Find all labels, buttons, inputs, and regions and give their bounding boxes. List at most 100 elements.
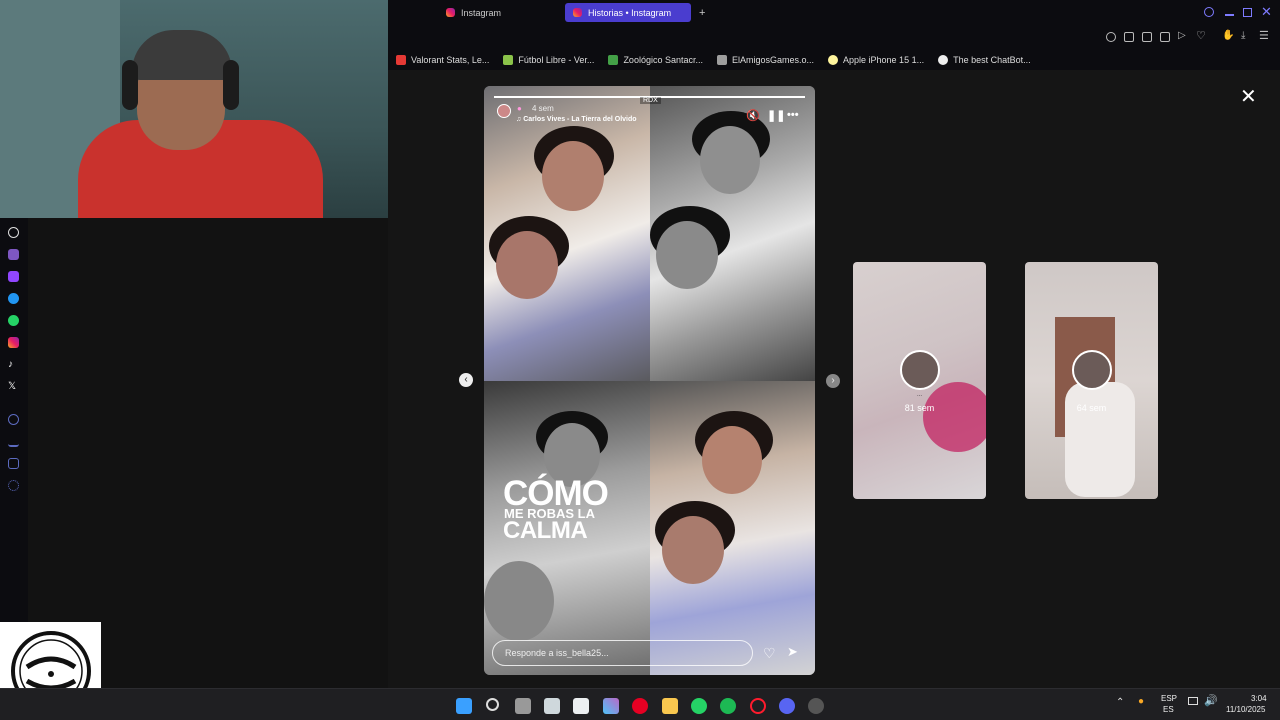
photo-face [655,221,718,289]
volume-icon[interactable]: 🔊 [1204,694,1218,707]
instagram-sidebar-icon[interactable] [8,337,19,348]
close-story-icon[interactable]: ✕ [1240,84,1257,109]
bookmark-futbol[interactable]: Fútbol Libre - Ver... [503,55,594,65]
next-story-arrow[interactable]: › [826,374,840,388]
taskbar-search-icon[interactable] [486,698,499,711]
bookmark-iphone[interactable]: Apple iPhone 15 1... [828,55,924,65]
story-caption-line3: CALMA [503,517,588,544]
spotify-icon[interactable] [720,698,736,714]
search-icon[interactable] [1204,7,1214,17]
pin-icon[interactable] [1124,32,1134,42]
pause-icon[interactable]: ❚❚ [767,109,785,122]
webcam-overlay [0,0,388,218]
headphone-left [122,60,138,110]
story-preview-2[interactable]: 64 sem [1025,262,1158,499]
user-icon: ● [517,104,522,113]
chatbot-icon [938,55,949,65]
elamigos-icon [716,55,727,65]
microphone-icon[interactable]: ● [1138,696,1144,707]
pinterest-icon[interactable] [632,698,648,714]
x-icon[interactable]: 𝕏 [8,381,19,392]
more-options-icon[interactable]: ••• [787,109,799,121]
story-preview-1[interactable]: ... 81 sem [853,262,986,499]
bookmark-label: ElAmigosGames.o... [731,55,815,65]
settings-icon[interactable] [8,480,19,491]
reply-input[interactable] [492,640,753,666]
download-icon[interactable]: ⤓ [1241,30,1245,41]
menu-icon[interactable]: ☰ [1259,29,1269,42]
story-avatar[interactable] [497,104,511,118]
bookmarks-bar: Valorant Stats, Le... Fútbol Libre - Ver… [388,50,1280,70]
previous-story-arrow[interactable]: ‹ [459,373,473,387]
story-content[interactable] [484,86,815,675]
copilot-icon[interactable] [603,698,619,714]
tab-bar: Instagram Historias • Instagram + ✕ [388,0,1280,26]
photo-face [701,425,762,494]
bookmark-label: Fútbol Libre - Ver... [518,55,595,65]
story-time: 4 sem [532,104,554,113]
instagram-icon [573,8,582,17]
maximize-icon[interactable] [1243,8,1252,17]
network-icon[interactable] [1188,697,1198,705]
discord-icon[interactable] [779,698,795,714]
close-window-icon[interactable]: ✕ [1261,4,1272,20]
heart-toolbar-icon[interactable]: ♡ [1196,29,1206,42]
bookmark-label: The best ChatBot... [953,55,1031,65]
bookmark-label: Zoológico Santacr... [623,55,703,65]
headphone-right [223,60,239,110]
screenshot-icon[interactable] [1142,32,1152,42]
bookmark-valorant[interactable]: Valorant Stats, Le... [396,55,489,65]
shield-icon[interactable] [1160,32,1170,42]
snipping-icon[interactable] [573,698,589,714]
file-explorer-icon[interactable] [662,698,678,714]
extensions-icon[interactable]: ✋ [1222,30,1234,41]
bookmark-elamigos[interactable]: ElAmigosGames.o... [716,55,815,65]
browser-toolbar: ▷ ♡ ✋ ⤓ ☰ [388,26,1280,50]
preview-avatar [1071,350,1112,390]
extensions-sidebar-icon[interactable] [8,458,19,469]
keyboard-layout[interactable]: ES [1163,705,1174,714]
windows-taskbar: ⌃ ● 🔊 [0,688,1280,720]
opera-gx-icon[interactable] [750,698,766,714]
preview-avatar [899,350,940,390]
history-icon[interactable] [8,414,19,425]
story-photo-1 [484,86,650,381]
photo-face [661,515,724,584]
windows-start-icon[interactable] [456,698,472,714]
zoom-icon[interactable] [1106,32,1116,42]
bookmark-chatbot[interactable]: The best ChatBot... [938,55,1031,65]
steam-icon[interactable] [808,698,824,714]
play-icon[interactable]: ▷ [1178,30,1186,41]
photo-face [484,560,554,641]
tab-historias[interactable]: Historias • Instagram [565,3,691,22]
tab-label: Historias • Instagram [588,7,672,18]
whatsapp-taskbar-icon[interactable] [691,698,707,714]
task-view-icon[interactable] [515,698,531,714]
story-photo-2 [649,86,815,381]
twitch-icon[interactable] [8,271,19,282]
valorant-icon [396,55,406,65]
messenger-icon[interactable] [8,293,19,304]
tiktok-icon[interactable]: ♪ [8,359,19,370]
new-tab-button[interactable]: + [691,3,713,22]
clock-time[interactable]: 3:04 [1251,694,1267,703]
person-cap [132,30,232,80]
calculator-icon[interactable] [544,698,560,714]
tab-instagram[interactable]: Instagram [438,3,509,22]
bookmark-zoologico[interactable]: Zoológico Santacr... [608,55,703,65]
chatgpt-icon[interactable] [8,227,19,238]
clock-date[interactable]: 11/10/2025 [1226,705,1265,714]
send-icon[interactable]: ➤ [787,644,798,660]
story-music[interactable]: ♫ Carlos Vives - La Tierra del Olvido [516,116,637,123]
mute-icon[interactable]: 🔇 [746,109,760,122]
zoo-icon [608,55,619,65]
bookmark-label: Apple iPhone 15 1... [843,55,925,65]
downloads-icon[interactable] [8,436,19,447]
ai-icon[interactable] [8,249,19,260]
language-indicator[interactable]: ESP [1161,694,1177,703]
preview-time: 81 sem [904,403,935,413]
whatsapp-icon[interactable] [8,315,19,326]
chevron-up-icon[interactable]: ⌃ [1116,697,1124,708]
like-heart-icon[interactable]: ♡ [763,645,776,662]
minimize-icon[interactable] [1225,14,1234,16]
